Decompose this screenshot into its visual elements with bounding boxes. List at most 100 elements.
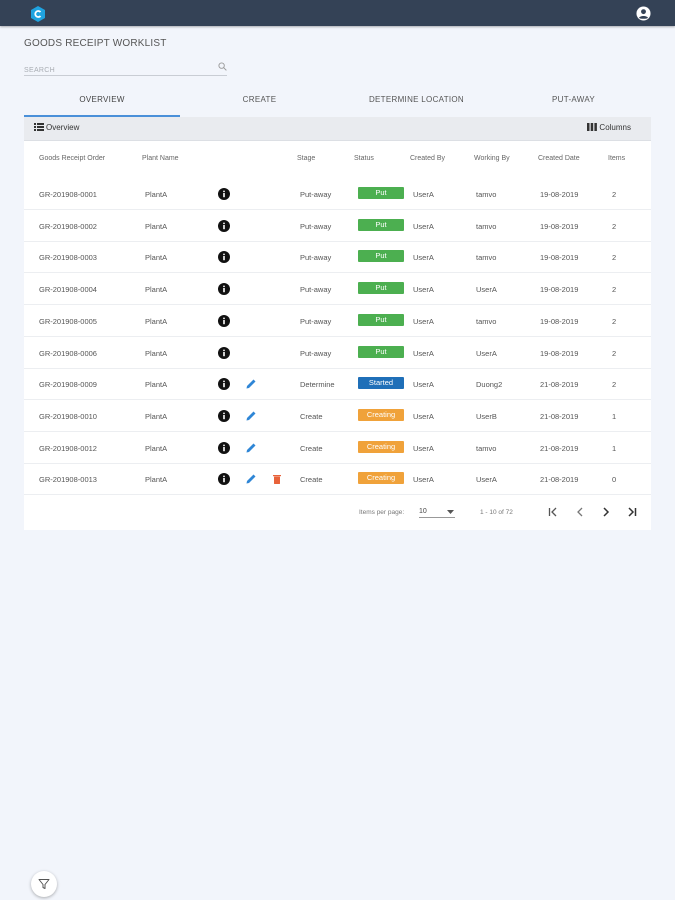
working-by-cell: UserB [476,411,497,421]
info-icon[interactable] [218,219,230,232]
created-by-cell: UserA [413,190,434,199]
search-icon[interactable] [218,62,227,71]
items-cell: 2 [612,221,617,231]
working-by-cell: UserA [476,475,497,485]
delete-icon[interactable] [271,473,283,485]
created-date-cell: 19-08-2019 [540,221,579,231]
plant-cell: PlantA [145,411,168,421]
status-badge: Put [358,282,404,295]
page-range-label: 1 - 10 of 72 [480,509,513,516]
info-icon[interactable] [218,473,230,486]
info-icon[interactable] [218,441,230,454]
stage-cell: Determine [300,380,335,390]
items-cell: 0 [612,475,617,485]
created-date-cell: 19-08-2019 [540,285,579,295]
order-cell: GR-201908-0012 [39,443,97,453]
info-icon[interactable] [218,346,230,359]
table-row[interactable]: GR-201908-0004 PlantA Put-away Put UserA User… [24,273,651,306]
columns-button[interactable]: Columns [587,123,631,132]
table-row[interactable]: GR-201908-0012 PlantA Create Creating UserA t… [24,432,651,464]
account-icon[interactable] [636,6,651,21]
order-cell: GR-201908-0006 [39,348,97,358]
items-cell: 1 [612,443,617,453]
last-page-icon[interactable] [626,506,638,518]
first-page-icon[interactable] [547,506,559,518]
created-date-cell: 21-08-2019 [540,380,579,390]
next-page-icon[interactable] [600,506,612,518]
page-size-select[interactable]: 10 [419,505,455,518]
items-cell: 2 [612,190,617,199]
plant-cell: PlantA [145,190,168,199]
columns-label: Columns [599,123,631,132]
edit-icon[interactable] [245,410,257,422]
tab-create[interactable]: CREATE [181,89,338,115]
stage-cell: Put-away [300,253,332,263]
items-per-page-label: Items per page: [359,509,405,516]
table-row[interactable]: GR-201908-0006 PlantA Put-away Put UserA User… [24,337,651,369]
status-badge: Creating [358,472,404,485]
created-date-cell: 19-08-2019 [540,316,579,326]
column-header-created-by[interactable]: Created By [410,155,445,162]
created-date-cell: 21-08-2019 [540,475,579,485]
edit-icon[interactable] [245,473,257,485]
table-row[interactable]: GR-201908-0002 PlantA Put-away Put UserA tamv… [24,210,651,242]
info-icon[interactable] [218,251,230,264]
page-size-value: 10 [419,508,427,515]
column-header-status[interactable]: Status [354,155,374,162]
items-cell: 2 [612,316,617,326]
filter-button[interactable] [31,871,57,897]
tab-put-away[interactable]: PUT-AWAY [495,89,652,115]
search-input[interactable] [24,63,209,74]
working-by-cell: tamvo [476,443,497,453]
search-field [24,59,227,76]
info-icon[interactable] [218,188,230,200]
column-header-working-by[interactable]: Working By [474,155,510,162]
status-badge: Started [358,377,404,390]
created-by-cell: UserA [413,380,434,390]
column-header-created-date[interactable]: Created Date [538,155,580,162]
status-badge: Put [358,187,404,199]
stage-cell: Create [300,475,323,485]
status-badge: Put [358,345,404,358]
info-icon[interactable] [218,283,230,296]
table-row[interactable]: GR-201908-0001 PlantA Put-away Put UserA tamv… [24,178,651,210]
overview-button[interactable]: Overview [34,123,79,132]
card-toolbar: Overview Columns [24,117,651,141]
edit-icon[interactable] [245,378,257,390]
tab-determine-location[interactable]: DETERMINE LOCATION [338,89,495,115]
status-badge: Creating [358,440,404,453]
column-header-items[interactable]: Items [608,155,625,162]
previous-page-icon[interactable] [574,506,586,518]
tab-overview[interactable]: OVERVIEW [24,89,180,117]
column-header-stage[interactable]: Stage [297,155,315,162]
working-by-cell: tamvo [476,190,497,199]
created-by-cell: UserA [413,285,434,295]
table-row[interactable]: GR-201908-0010 PlantA Create Creating UserA U… [24,400,651,432]
plant-cell: PlantA [145,380,168,390]
caret-down-icon [447,510,454,514]
info-icon[interactable] [218,378,230,391]
items-cell: 2 [612,253,617,263]
status-badge: Put [358,313,404,326]
app-logo-icon[interactable] [30,6,46,22]
plant-cell: PlantA [145,348,168,358]
stage-cell: Create [300,411,323,421]
info-icon[interactable] [218,409,230,422]
created-date-cell: 19-08-2019 [540,348,579,358]
items-cell: 1 [612,411,617,421]
table-row[interactable]: GR-201908-0009 PlantA Determine Started User… [24,368,651,401]
stage-cell: Put-away [300,316,332,326]
plant-cell: PlantA [145,221,168,231]
table-row[interactable]: GR-201908-0005 PlantA Put-away Put UserA tamv… [24,305,651,337]
paginator: Items per page: 10 1 - 10 of 72 [24,496,651,530]
column-header-plant[interactable]: Plant Name [142,155,179,162]
edit-icon[interactable] [245,442,257,454]
working-by-cell: tamvo [476,253,497,263]
working-by-cell: Duong2 [476,380,503,390]
plant-cell: PlantA [145,475,168,485]
info-icon[interactable] [218,314,230,327]
table-row[interactable]: GR-201908-0013 PlantA Create Creating UserA U… [24,463,651,496]
column-header-order[interactable]: Goods Receipt Order [39,155,105,162]
table-row[interactable]: GR-201908-0003 PlantA Put-away Put UserA tamv… [24,241,651,274]
working-by-cell: tamvo [476,316,497,326]
